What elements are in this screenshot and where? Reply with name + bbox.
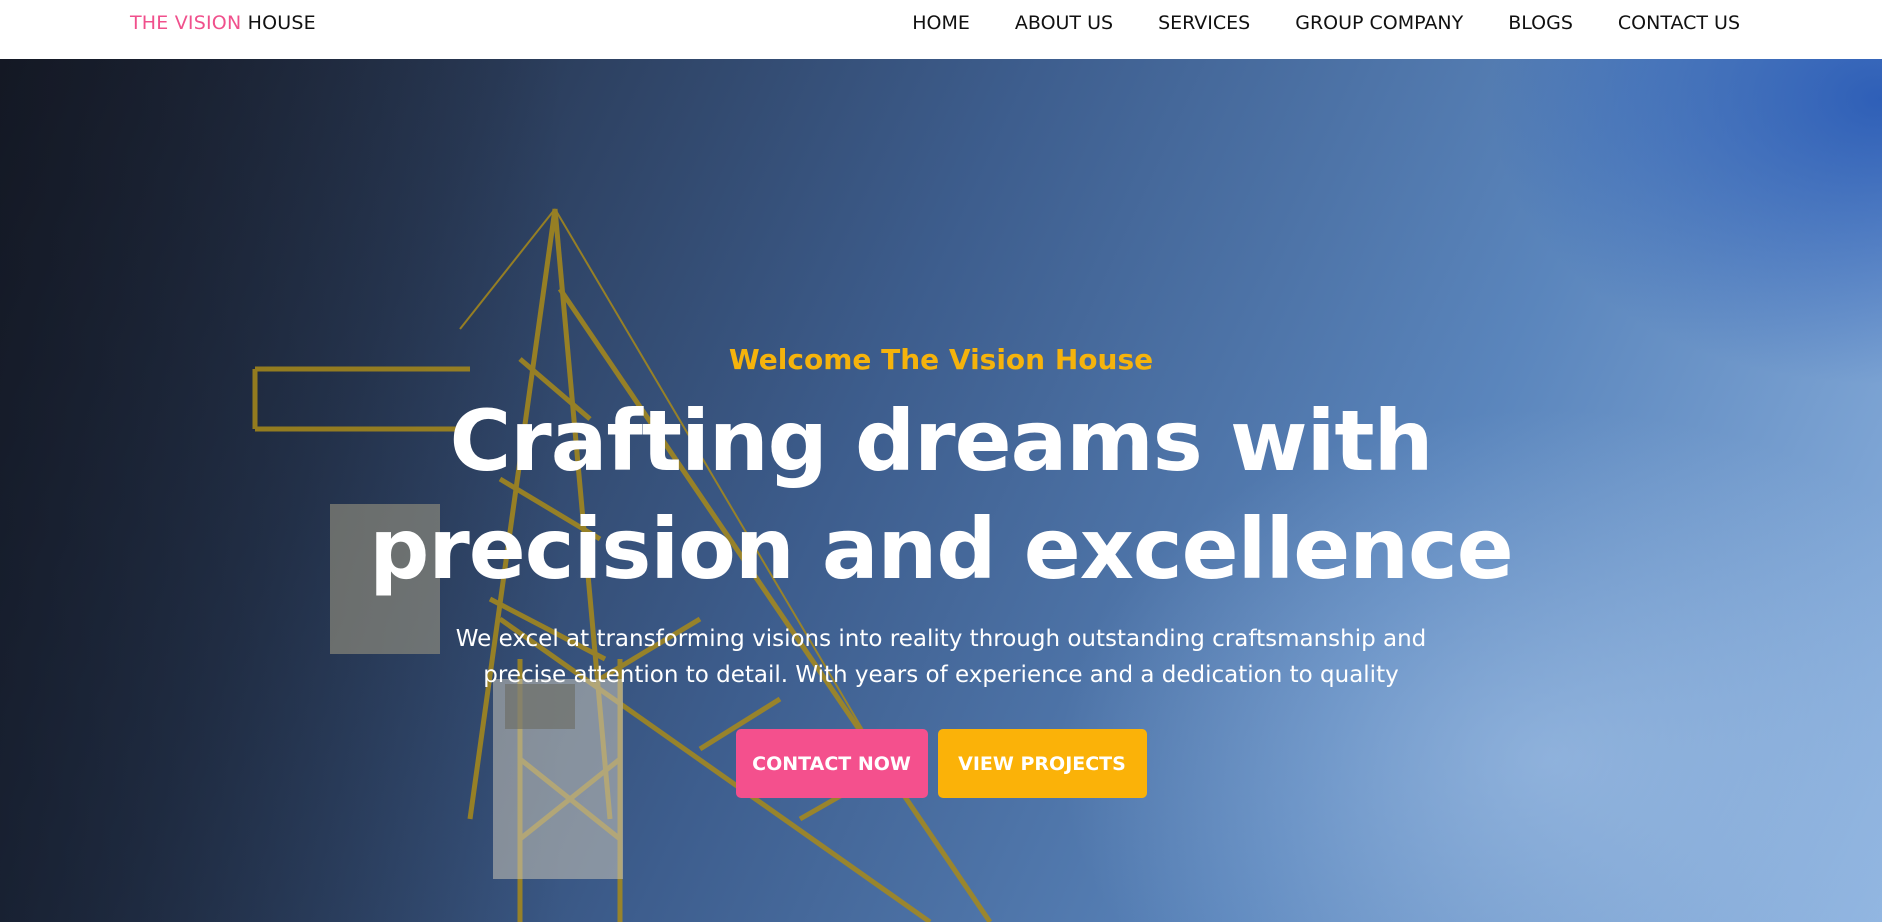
- contact-now-button[interactable]: CONTACT NOW: [735, 729, 928, 798]
- nav-item-group-company: GROUP COMPANY: [1295, 12, 1463, 34]
- site-logo[interactable]: THE VISION HOUSE: [130, 12, 316, 34]
- view-projects-button[interactable]: VIEW PROJECTS: [937, 729, 1147, 798]
- hero-content: Welcome The Vision House Crafting dreams…: [0, 343, 1882, 798]
- hero-eyebrow: Welcome The Vision House: [728, 343, 1154, 376]
- nav-link-group-company[interactable]: GROUP COMPANY: [1295, 12, 1463, 34]
- hero-headline: Crafting dreams with precision and excel…: [369, 392, 1514, 598]
- nav-item-home: HOME: [912, 12, 970, 34]
- hero-section: Welcome The Vision House Crafting dreams…: [0, 59, 1882, 922]
- nav-item-services: SERVICES: [1158, 12, 1250, 34]
- nav-item-about-us: ABOUT US: [1015, 12, 1113, 34]
- nav-item-blogs: BLOGS: [1508, 12, 1573, 34]
- nav-item-contact-us: CONTACT US: [1618, 12, 1740, 34]
- logo-text: HOUSE: [247, 12, 316, 34]
- nav-link-about-us[interactable]: ABOUT US: [1015, 12, 1113, 34]
- nav-link-contact-us[interactable]: CONTACT US: [1618, 12, 1740, 34]
- logo-accent-text: THE VISION: [130, 12, 242, 34]
- hero-subtext: We excel at transforming visions into re…: [455, 626, 1427, 688]
- nav-link-home[interactable]: HOME: [912, 12, 970, 34]
- nav-link-services[interactable]: SERVICES: [1158, 12, 1250, 34]
- navbar: THE VISION HOUSE HOME ABOUT US SERVICES …: [0, 0, 1882, 59]
- hero-buttons: CONTACT NOW VIEW PROJECTS: [0, 729, 1882, 798]
- main-nav: HOME ABOUT US SERVICES GROUP COMPANY BLO…: [912, 12, 1740, 34]
- nav-link-blogs[interactable]: BLOGS: [1508, 12, 1573, 34]
